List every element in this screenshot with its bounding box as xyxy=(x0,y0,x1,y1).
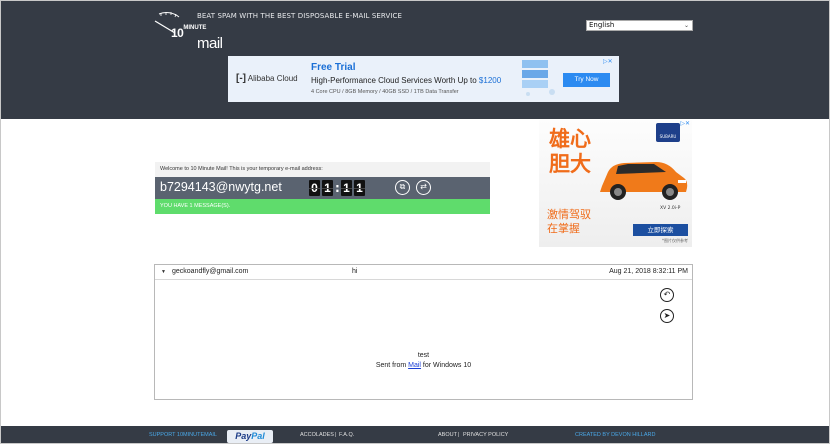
timer-digit: 1 xyxy=(354,180,365,196)
timer-digit: 1 xyxy=(322,180,333,196)
welcome-text: Welcome to 10 Minute Mail! This is your … xyxy=(155,162,490,177)
side-ad-promo-line2: 在掌握 xyxy=(547,222,580,235)
logo-number: 10 xyxy=(171,26,184,40)
mail-link[interactable]: Mail xyxy=(408,362,421,369)
subaru-logo: SUBARU xyxy=(656,123,680,142)
chevron-down-icon[interactable]: ▼ xyxy=(161,269,166,275)
message-header[interactable]: ▼ geckoandfly@gmail.com hi Aug 21, 2018 … xyxy=(155,265,692,280)
footer-separator: | xyxy=(335,432,337,438)
signature-prefix: Sent from xyxy=(375,362,409,369)
header: 10MINUTE mail BEAT SPAM WITH THE BEST DI… xyxy=(1,1,829,119)
logo-text: 10MINUTE mail xyxy=(171,25,223,51)
banner-ad[interactable]: [-] Alibaba Cloud Free Trial High-Perfor… xyxy=(228,56,619,102)
support-link[interactable]: SUPPORT 10MINUTEMAIL xyxy=(149,432,217,438)
car-image-icon xyxy=(600,162,688,200)
ad-close-icon[interactable]: ▷✕ xyxy=(680,120,690,127)
status-bar: YOU HAVE 1 MESSAGE(S). xyxy=(155,199,490,214)
created-by-link[interactable]: CREATED BY DEVON HILLARD xyxy=(575,432,655,438)
email-address[interactable]: b7294143@nwytg.net xyxy=(160,180,282,194)
chevron-down-icon: ⌄ xyxy=(683,22,689,29)
ad-close-icon[interactable]: ▷✕ xyxy=(603,58,613,65)
tagline: BEAT SPAM WITH THE BEST DISPOSABLE E-MAI… xyxy=(197,12,403,20)
paypal-button[interactable]: PayPal xyxy=(227,430,273,443)
forward-icon[interactable]: ➤ xyxy=(660,309,674,323)
faq-link[interactable]: F.A.Q. xyxy=(339,432,354,438)
message-date: Aug 21, 2018 8:32:11 PM xyxy=(609,268,688,275)
side-ad-promo: 激情驾驭 在掌握 xyxy=(547,208,591,236)
language-select[interactable]: English ⌄ xyxy=(586,20,693,31)
side-ad-brand: SUBARU xyxy=(659,134,677,139)
timer-colon: : xyxy=(335,181,340,195)
message-body-line: test xyxy=(417,352,430,359)
copy-icon[interactable]: ⧉ xyxy=(395,180,410,195)
side-ad[interactable]: 雄心 胆大 SUBARU 激情驾驭 在掌握 XV 2.0i-P 立即探索 *图片仅… xyxy=(539,120,692,247)
message-subject: hi xyxy=(352,268,358,275)
try-now-button[interactable]: Try Now xyxy=(563,73,610,87)
privacy-link[interactable]: PRIVACY POLICY xyxy=(463,432,508,438)
timer-digit: 1 xyxy=(341,180,352,196)
ad-headline: High-Performance Cloud Services Worth Up… xyxy=(311,76,501,85)
side-ad-fineprint: *图片仅供参考 xyxy=(662,238,688,243)
footer-separator: | xyxy=(458,432,460,438)
message-signature: Sent from Mail for Windows 10 xyxy=(155,362,692,369)
paypal-text-pay: Pay xyxy=(235,431,252,441)
ad-headline-text: High-Performance Cloud Services Worth Up… xyxy=(311,76,479,85)
message-panel: ▼ geckoandfly@gmail.com hi Aug 21, 2018 … xyxy=(154,264,693,400)
alibaba-logo-icon: [-] xyxy=(236,73,246,84)
side-ad-line2: 胆大 xyxy=(549,152,591,176)
address-bar: b7294143@nwytg.net 0 1 : 1 1 ⧉ ⇄ xyxy=(155,177,490,199)
reply-icon[interactable]: ↶ xyxy=(660,288,674,302)
page: 10MINUTE mail BEAT SPAM WITH THE BEST DI… xyxy=(0,0,830,444)
server-graphic-icon xyxy=(522,60,555,96)
side-ad-model: XV 2.0i-P xyxy=(660,206,681,211)
ad-brand: [-] Alibaba Cloud xyxy=(236,73,298,84)
refresh-icon[interactable]: ⇄ xyxy=(416,180,431,195)
logo-mail: mail xyxy=(197,35,223,52)
signature-suffix: for Windows 10 xyxy=(420,362,472,369)
explore-button[interactable]: 立即探索 xyxy=(633,224,688,236)
ad-price: $1200 xyxy=(478,76,502,85)
accolades-link[interactable]: ACCOLADES xyxy=(300,432,334,438)
ad-title: Free Trial xyxy=(311,62,356,73)
paypal-text-pal: Pal xyxy=(251,431,265,441)
footer: SUPPORT 10MINUTEMAIL PayPal ACCOLADES | … xyxy=(1,426,829,443)
logo-minute: MINUTE xyxy=(183,25,207,31)
side-ad-promo-line1: 激情驾驭 xyxy=(547,208,591,221)
ad-brand-name: Alibaba Cloud xyxy=(247,74,298,83)
ad-specs: 4 Core CPU / 8GB Memory / 40GB SSD / 1TB… xyxy=(311,89,459,95)
about-link[interactable]: ABOUT xyxy=(438,432,457,438)
language-value: English xyxy=(589,21,615,29)
timer-digit: 0 xyxy=(309,180,320,196)
message-from: geckoandfly@gmail.com xyxy=(172,268,249,275)
